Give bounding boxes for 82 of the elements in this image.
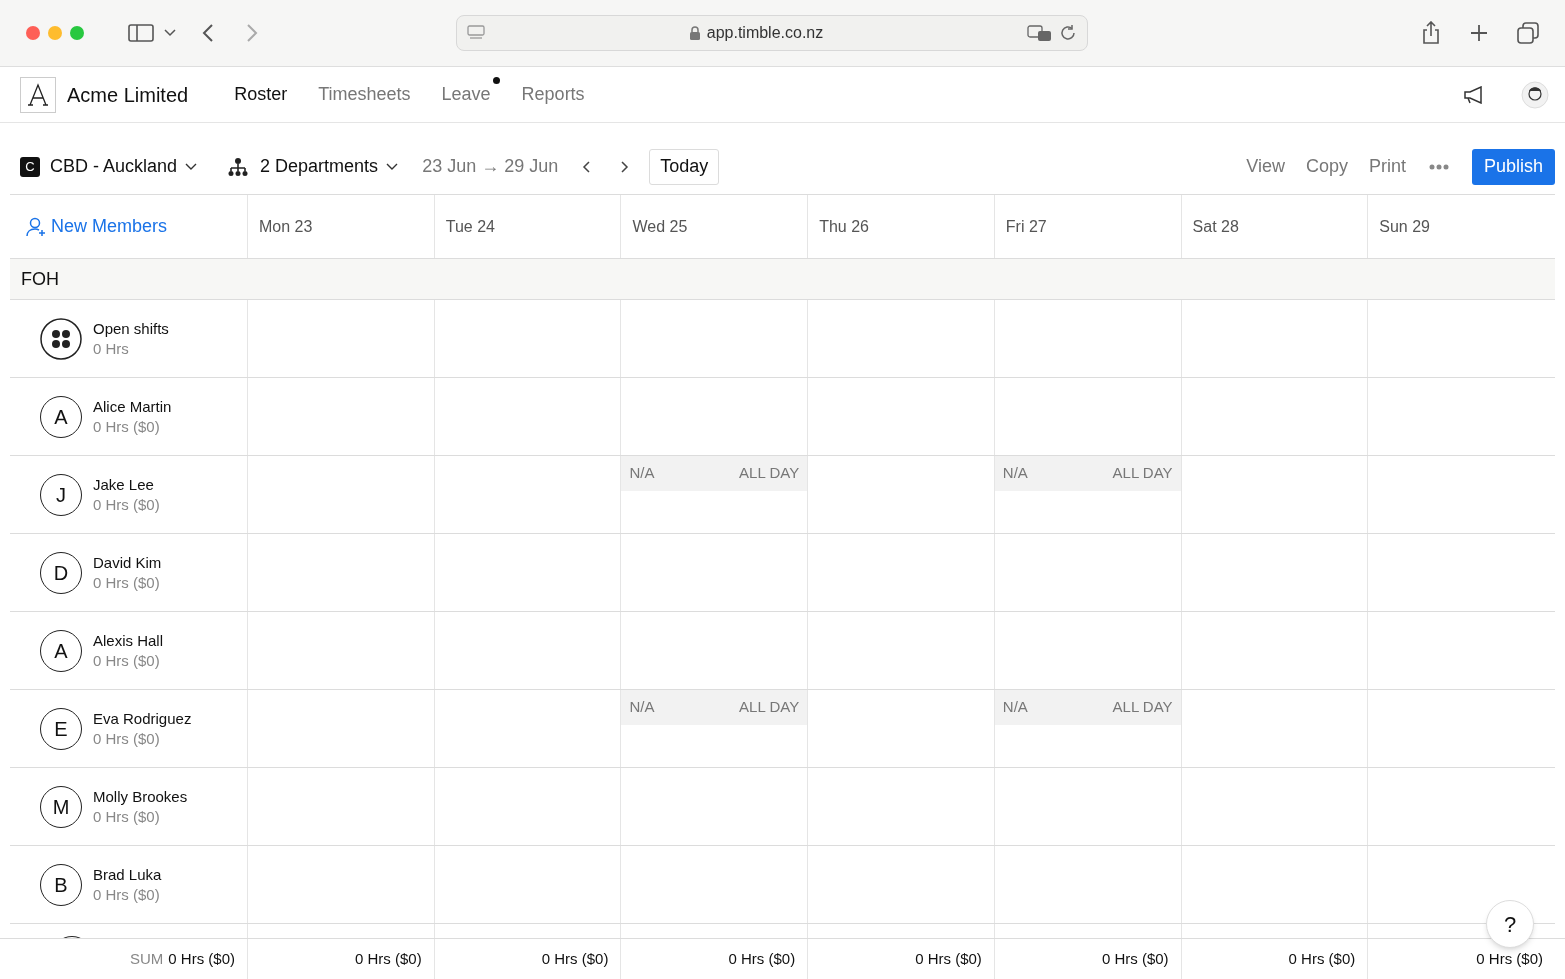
toolbar-action[interactable]: View: [1246, 153, 1285, 180]
day-header: Tue 24: [445, 216, 495, 237]
unavailability-block[interactable]: N/A ALL DAY: [621, 690, 808, 725]
day-total: 0 Hrs ($0): [1288, 948, 1356, 969]
member-hours: 0 Hrs ($0): [93, 416, 161, 437]
day-header: Mon 23: [259, 216, 313, 237]
reload-icon: [1059, 24, 1077, 42]
sidebar-icon: [128, 23, 154, 43]
day-total: 0 Hrs ($0): [355, 948, 422, 969]
location-dropdown[interactable]: C CBD - Auckland: [20, 153, 198, 180]
sum-label: SUM: [129, 948, 164, 969]
member-name: Alexis Hall: [93, 630, 164, 651]
publish-button[interactable]: Publish: [1471, 148, 1555, 185]
day-header: Wed 25: [632, 216, 688, 237]
member-hours: 0 Hrs: [93, 338, 130, 359]
nav-tab[interactable]: Reports: [521, 84, 585, 104]
day-header: Sun 29: [1379, 216, 1430, 237]
chevron-down-icon: [386, 162, 399, 171]
availability-status: N/A: [629, 463, 655, 484]
unavailability-block[interactable]: N/A ALL DAY: [994, 690, 1181, 725]
member-name: Jake Lee: [93, 474, 155, 495]
translate-icon: [1027, 24, 1053, 42]
day-total: 0 Hrs ($0): [1476, 948, 1543, 969]
member-name: Molly Brookes: [93, 786, 188, 807]
page-icon: [467, 25, 485, 41]
date-range: 23 Jun → 29 Jun: [422, 155, 559, 178]
tabs-overview-icon: [1517, 22, 1539, 44]
megaphone-icon: [1463, 85, 1485, 104]
nav-tab[interactable]: Leave: [441, 84, 491, 104]
lock-icon: [688, 26, 701, 40]
member-name: Alice Martin: [93, 396, 172, 417]
departments-dropdown[interactable]: 2 Departments: [228, 153, 399, 180]
day-header: Sat 28: [1192, 216, 1239, 237]
hierarchy-icon: [228, 156, 249, 177]
new-tab-icon: [1469, 23, 1489, 43]
address-bar[interactable]: app.timble.co.nz: [456, 15, 1088, 51]
day-total: 0 Hrs ($0): [1101, 948, 1169, 969]
forward-icon: [246, 23, 258, 43]
unavailability-block[interactable]: N/A ALL DAY: [994, 456, 1181, 491]
group-name: FOH: [21, 267, 59, 291]
sum-total: 0 Hrs ($0): [168, 948, 235, 969]
back-icon: [202, 23, 214, 43]
availability-status: N/A: [629, 697, 655, 718]
availability-time: ALL DAY: [739, 463, 800, 484]
add-person-icon: [25, 216, 47, 237]
day-header: Thu 26: [819, 216, 869, 237]
day-total: 0 Hrs ($0): [728, 948, 796, 969]
company-name: Acme Limited: [67, 82, 189, 108]
day-total: 0 Hrs ($0): [541, 948, 609, 969]
nav-tab[interactable]: Roster: [234, 84, 288, 104]
chevron-down-icon: [185, 162, 198, 171]
day-header: Fri 27: [1005, 216, 1047, 237]
availability-status: N/A: [1002, 463, 1028, 484]
member-hours: 0 Hrs ($0): [93, 572, 161, 593]
toolbar-action[interactable]: Copy: [1305, 153, 1348, 180]
availability-time: ALL DAY: [739, 697, 800, 718]
member-hours: 0 Hrs ($0): [93, 728, 161, 749]
new-members-link[interactable]: New Members: [25, 213, 168, 240]
member-hours: 0 Hrs ($0): [93, 650, 161, 671]
location-initial: C: [20, 156, 40, 177]
member-hours: 0 Hrs ($0): [93, 494, 160, 515]
member-name: Eva Rodriguez: [93, 708, 192, 729]
open-shifts-icon: [40, 317, 82, 360]
availability-time: ALL DAY: [1112, 463, 1173, 484]
chevron-down-icon: [164, 29, 176, 37]
toolbar-action[interactable]: Print: [1368, 153, 1406, 180]
member-hours: 0 Hrs ($0): [93, 884, 161, 905]
member-name: David Kim: [93, 552, 162, 573]
help-button[interactable]: ?: [1486, 900, 1534, 948]
share-icon: [1421, 21, 1441, 45]
today-button[interactable]: Today: [649, 148, 720, 185]
member-name: Open shifts: [93, 318, 169, 339]
member-name: Brad Luka: [93, 864, 162, 885]
avatar-icon: [1521, 80, 1549, 109]
company-logo-icon: [20, 76, 56, 113]
availability-status: N/A: [1002, 697, 1028, 718]
unavailability-block[interactable]: N/A ALL DAY: [621, 456, 808, 491]
nav-tab[interactable]: Timesheets: [318, 84, 411, 104]
availability-time: ALL DAY: [1112, 697, 1173, 718]
member-hours: 0 Hrs ($0): [93, 806, 161, 827]
day-total: 0 Hrs ($0): [915, 948, 982, 969]
url-text: app.timble.co.nz: [706, 23, 824, 43]
